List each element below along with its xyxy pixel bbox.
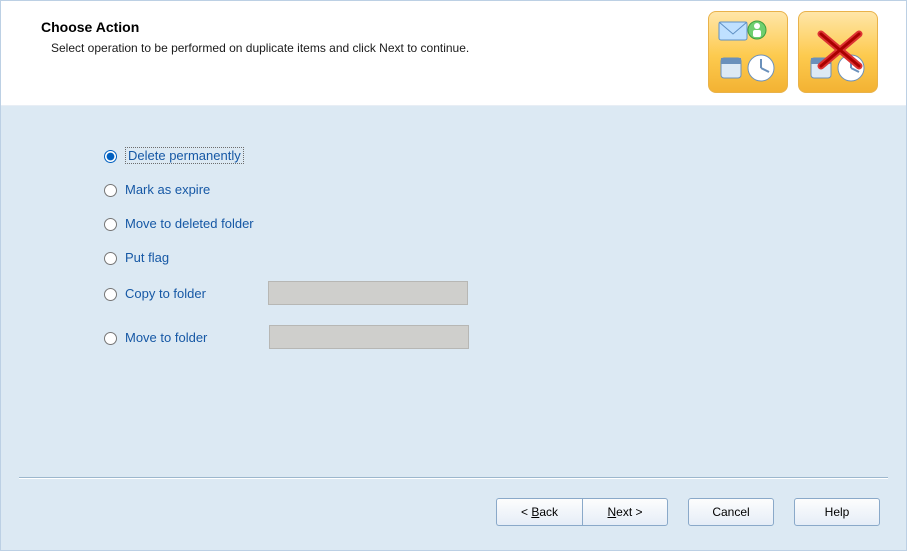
radio-delete-permanently[interactable] [104,150,117,163]
label-move-to-folder[interactable]: Move to folder [125,330,207,345]
option-move-deleted[interactable]: Move to deleted folder [99,206,906,240]
wizard-dialog: Choose Action Select operation to be per… [0,0,907,551]
radio-put-flag[interactable] [104,252,117,265]
copy-folder-input [268,281,468,305]
radio-move-deleted[interactable] [104,218,117,231]
radio-mark-expire[interactable] [104,184,117,197]
outlook-delete-icon [798,11,878,93]
label-mark-expire[interactable]: Mark as expire [125,182,210,197]
cancel-button[interactable]: Cancel [688,498,774,526]
header-illustration [708,11,878,93]
wizard-header: Choose Action Select operation to be per… [1,1,906,106]
label-copy-to-folder[interactable]: Copy to folder [125,286,206,301]
label-move-deleted[interactable]: Move to deleted folder [125,216,254,231]
nav-button-group: < Back Next > [496,498,668,526]
label-delete-permanently[interactable]: Delete permanently [125,147,244,164]
back-button[interactable]: < Back [496,498,582,526]
option-mark-expire[interactable]: Mark as expire [99,172,906,206]
option-move-to-folder[interactable]: Move to folder [99,320,906,354]
radio-move-to-folder[interactable] [104,332,117,345]
action-options: Delete permanently Mark as expire Move t… [1,106,906,354]
label-put-flag[interactable]: Put flag [125,250,169,265]
option-put-flag[interactable]: Put flag [99,240,906,274]
footer-separator [19,477,888,478]
option-delete-permanently[interactable]: Delete permanently [99,138,906,172]
option-copy-to-folder[interactable]: Copy to folder [99,276,906,310]
next-button[interactable]: Next > [582,498,668,526]
radio-copy-to-folder[interactable] [104,288,117,301]
move-folder-input [269,325,469,349]
outlook-items-icon [708,11,788,93]
wizard-buttons: < Back Next > Cancel Help [496,498,880,526]
help-button[interactable]: Help [794,498,880,526]
